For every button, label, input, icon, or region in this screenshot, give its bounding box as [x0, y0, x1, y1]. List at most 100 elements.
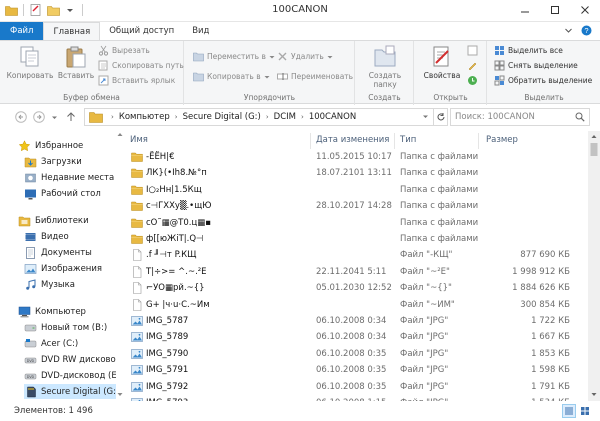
copy-to-button[interactable]: Копировать в [193, 71, 270, 82]
tab-file[interactable]: Файл [0, 22, 44, 40]
folder-icon [131, 233, 143, 245]
nav-desktop[interactable]: Рабочий стол [24, 186, 101, 201]
help-icon[interactable]: ? [581, 25, 592, 38]
file-row[interactable]: c⊣ГХХу▒.•щЮ 28.10.2017 14:28 Папка с файла… [124, 198, 588, 214]
large-icons-view-icon [581, 407, 589, 415]
libraries-icon [18, 216, 31, 226]
large-icons-view-button[interactable] [578, 404, 592, 418]
forward-button[interactable] [32, 110, 46, 124]
new-folder-big-icon [374, 45, 396, 67]
paste-shortcut-button[interactable]: Вставить ярлык [98, 75, 175, 86]
column-separator[interactable] [478, 133, 479, 149]
system-drive-icon [24, 338, 37, 347]
delete-button[interactable]: Удалить [277, 51, 333, 62]
breadcrumb-current[interactable]: 100CANON [309, 112, 356, 122]
tab-share[interactable]: Общий доступ [100, 22, 183, 40]
breadcrumb-computer[interactable]: Компьютер [119, 112, 170, 122]
move-to-button[interactable]: Переместить в [193, 51, 275, 62]
file-row[interactable]: IMG_5791 06.10.2008 0:35 Файл "JPG" 1 598 К… [124, 362, 588, 378]
file-list-scrollbar[interactable] [588, 131, 600, 401]
file-size: 1 791 КБ [531, 381, 570, 392]
tab-home[interactable]: Главная [43, 22, 101, 40]
select-all-button[interactable]: Выделить все [494, 45, 563, 56]
file-type: Файл "-КЩ" [400, 250, 453, 261]
nav-secure-digital[interactable]: Secure Digital (G:) [24, 384, 116, 399]
file-row[interactable]: Т|÷>= ^.~.²Е 22.11.2041 5:11 Файл "~²Е" 1 9… [124, 264, 588, 280]
nav-drive-c[interactable]: Acer (C:) [24, 336, 78, 351]
file-list-header: Имя Дата изменения Тип Размер [124, 131, 588, 151]
back-button[interactable] [14, 110, 28, 124]
file-date-modified: 06.10.2008 0:35 [316, 365, 387, 376]
rename-icon [277, 73, 288, 80]
maximize-button[interactable] [540, 0, 570, 20]
column-separator[interactable] [394, 133, 395, 149]
address-history-dropdown[interactable] [422, 113, 429, 122]
invert-selection-button[interactable]: Обратить выделение [494, 75, 592, 86]
image-file-icon [131, 315, 143, 327]
file-name: -ЁЁН|€ [146, 152, 175, 162]
search-input[interactable]: Поиск: 100CANON [450, 108, 590, 126]
nav-dvd-e[interactable]: DVD DVD-дисковод (E:) [24, 368, 116, 383]
file-row[interactable]: IMG_5792 06.10.2008 0:35 Файл "JPG" 1 791 К… [124, 379, 588, 395]
nav-downloads[interactable]: Загрузки [24, 154, 82, 169]
cut-button[interactable]: Вырезать [98, 45, 150, 56]
file-row[interactable]: ЛК}(•Ih8.№°п 18.07.2101 13:11 Папка с файл… [124, 165, 588, 181]
copy-path-button[interactable]: Скопировать путь [98, 60, 184, 71]
tab-view[interactable]: Вид [183, 22, 218, 40]
nav-documents[interactable]: Документы [24, 245, 92, 260]
minimize-button[interactable] [510, 0, 540, 20]
nav-recent-places[interactable]: Недавние места [24, 170, 114, 185]
recent-locations-dropdown[interactable] [49, 110, 59, 124]
file-size: 1 884 626 КБ [512, 283, 570, 294]
address-bar[interactable]: › Компьютер › Secure Digital (G:) › DCIM… [84, 108, 434, 126]
nav-dvd-rw[interactable]: DVD DVD RW дисковод [24, 352, 116, 367]
column-header-name[interactable]: Имя [130, 135, 148, 145]
column-separator[interactable] [310, 133, 311, 149]
file-row[interactable]: ф[[юЖiТ|.Q⊣ Папка с файлами [124, 231, 588, 247]
nav-pictures[interactable]: Изображения [24, 261, 102, 276]
copy-button[interactable]: Копировать [6, 45, 54, 80]
nav-computer[interactable]: Компьютер [18, 304, 86, 319]
column-header-date[interactable]: Дата изменения [316, 135, 389, 145]
up-button[interactable] [64, 110, 78, 124]
new-group-label: Создать [368, 93, 401, 102]
file-row[interactable]: G+ |ч·u·C.~Им Файл "~ИМ" 300 854 КБ [124, 297, 588, 313]
edit-button[interactable] [467, 60, 478, 71]
copy-label: Копировать [6, 71, 54, 80]
open-button[interactable] [467, 45, 478, 56]
refresh-button[interactable] [434, 108, 448, 126]
history-button[interactable] [467, 75, 478, 86]
new-folder-button[interactable]: Создать папку [360, 45, 410, 89]
dvd-drive-icon: DVD [24, 373, 37, 379]
close-button[interactable] [570, 0, 600, 20]
breadcrumb-drive[interactable]: Secure Digital (G:) [183, 112, 261, 122]
nav-video-label: Видео [41, 231, 69, 242]
details-view-button[interactable] [562, 404, 576, 418]
nav-pane-scrollbar[interactable] [116, 130, 124, 400]
properties-button[interactable]: Свойства [419, 45, 465, 80]
paste-button[interactable]: Вставить [56, 45, 96, 80]
file-row[interactable]: IMG_5790 06.10.2008 0:35 Файл "JPG" 1 853 К… [124, 346, 588, 362]
expand-ribbon-icon[interactable] [564, 26, 573, 37]
file-row[interactable]: I○₂Нн|1.5Кщ Папка с файлами [124, 182, 588, 198]
nav-favorites[interactable]: Избранное [18, 138, 83, 153]
file-row[interactable]: IMG_5787 06.10.2008 0:34 Файл "JPG" 1 722 К… [124, 313, 588, 329]
nav-libraries[interactable]: Библиотеки [18, 213, 89, 228]
file-row[interactable]: ⌐УО▦рй.~{} 05.01.2030 12:52 Файл "~{}" 1 88… [124, 280, 588, 296]
file-date-modified: 11.05.2015 10:17 [316, 152, 392, 162]
image-file-icon [131, 331, 143, 343]
file-row[interactable]: cO˜▦@T0.ц▦▪ Папка с файлами [124, 215, 588, 231]
rename-button[interactable]: Переименовать [277, 71, 353, 82]
file-row[interactable]: -ЁЁН|€ 11.05.2015 10:17 Папка с файлами [124, 149, 588, 165]
ribbon-tabs: Файл Главная Общий доступ Вид ? [0, 22, 600, 40]
nav-drive-b[interactable]: Новый том (B:) [24, 320, 107, 335]
column-header-type[interactable]: Тип [400, 135, 416, 145]
nav-video[interactable]: Видео [24, 229, 69, 244]
breadcrumb-dcim[interactable]: DCIM [274, 112, 296, 122]
column-header-size[interactable]: Размер [486, 135, 518, 145]
file-row[interactable]: .f ╜⊣т P.КЩ Файл "-КЩ" 877 690 КБ [124, 247, 588, 263]
nav-music[interactable]: Музыка [24, 277, 75, 292]
refresh-icon [437, 113, 444, 121]
file-row[interactable]: IMG_5789 06.10.2008 0:34 Файл "JPG" 1 667 К… [124, 329, 588, 345]
select-none-button[interactable]: Снять выделение [494, 60, 578, 71]
